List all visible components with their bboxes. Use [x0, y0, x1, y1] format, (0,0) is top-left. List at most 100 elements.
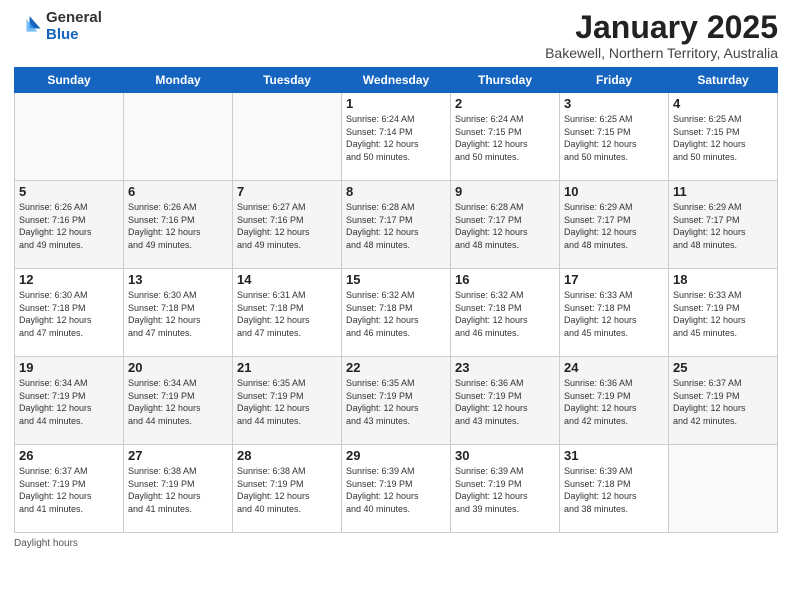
calendar-cell: 5 Sunrise: 6:26 AM Sunset: 7:16 PM Daylig… — [15, 181, 124, 269]
calendar-cell: 15 Sunrise: 6:32 AM Sunset: 7:18 PM Dayli… — [342, 269, 451, 357]
day-number: 18 — [673, 272, 773, 287]
day-number: 15 — [346, 272, 446, 287]
calendar-cell: 8 Sunrise: 6:28 AM Sunset: 7:17 PM Daylig… — [342, 181, 451, 269]
subtitle: Bakewell, Northern Territory, Australia — [545, 45, 778, 61]
day-number: 28 — [237, 448, 337, 463]
day-number: 6 — [128, 184, 228, 199]
day-info: Sunrise: 6:28 AM Sunset: 7:17 PM Dayligh… — [346, 201, 446, 251]
calendar-cell — [233, 93, 342, 181]
day-number: 2 — [455, 96, 555, 111]
col-header-wednesday: Wednesday — [342, 68, 451, 93]
day-info: Sunrise: 6:34 AM Sunset: 7:19 PM Dayligh… — [19, 377, 119, 427]
day-number: 23 — [455, 360, 555, 375]
col-header-saturday: Saturday — [669, 68, 778, 93]
calendar-cell: 20 Sunrise: 6:34 AM Sunset: 7:19 PM Dayli… — [124, 357, 233, 445]
calendar-cell: 27Sunrise: 6:38 AM Sunset: 7:19 PM Dayli… — [124, 445, 233, 533]
calendar-cell: 13Sunrise: 6:30 AM Sunset: 7:18 PM Dayli… — [124, 269, 233, 357]
calendar-cell: 31 Sunrise: 6:39 AM Sunset: 7:18 PM Dayli… — [560, 445, 669, 533]
calendar-header-row: SundayMondayTuesdayWednesdayThursdayFrid… — [15, 68, 778, 93]
day-info: Sunrise: 6:29 AM Sunset: 7:17 PM Dayligh… — [564, 201, 664, 251]
logo-general: General — [46, 10, 102, 27]
col-header-friday: Friday — [560, 68, 669, 93]
title-block: January 2025 Bakewell, Northern Territor… — [545, 10, 778, 61]
calendar-table: SundayMondayTuesdayWednesdayThursdayFrid… — [14, 67, 778, 533]
day-number: 11 — [673, 184, 773, 199]
calendar-cell: 25 Sunrise: 6:37 AM Sunset: 7:19 PM Dayli… — [669, 357, 778, 445]
day-info: Sunrise: 6:29 AM Sunset: 7:17 PM Dayligh… — [673, 201, 773, 251]
day-number: 7 — [237, 184, 337, 199]
header: General Blue January 2025 Bakewell, Nort… — [14, 10, 778, 61]
day-number: 27 — [128, 448, 228, 463]
day-info: Sunrise: 6:39 AM Sunset: 7:19 PM Dayligh… — [346, 465, 446, 515]
day-number: 21 — [237, 360, 337, 375]
day-number: 10 — [564, 184, 664, 199]
day-info: Sunrise: 6:31 AM Sunset: 7:18 PM Dayligh… — [237, 289, 337, 339]
footer: Daylight hours — [14, 538, 778, 549]
day-info: Sunrise: 6:36 AM Sunset: 7:19 PM Dayligh… — [564, 377, 664, 427]
calendar-cell: 12Sunrise: 6:30 AM Sunset: 7:18 PM Dayli… — [15, 269, 124, 357]
calendar-cell: 9 Sunrise: 6:28 AM Sunset: 7:17 PM Daylig… — [451, 181, 560, 269]
day-number: 24 — [564, 360, 664, 375]
day-number: 25 — [673, 360, 773, 375]
calendar-cell: 26Sunrise: 6:37 AM Sunset: 7:19 PM Dayli… — [15, 445, 124, 533]
day-info: Sunrise: 6:28 AM Sunset: 7:17 PM Dayligh… — [455, 201, 555, 251]
day-info: Sunrise: 6:25 AM Sunset: 7:15 PM Dayligh… — [673, 113, 773, 163]
calendar-cell: 23 Sunrise: 6:36 AM Sunset: 7:19 PM Dayli… — [451, 357, 560, 445]
col-header-tuesday: Tuesday — [233, 68, 342, 93]
day-info: Sunrise: 6:33 AM Sunset: 7:18 PM Dayligh… — [564, 289, 664, 339]
day-number: 19 — [19, 360, 119, 375]
calendar-cell: 18Sunrise: 6:33 AM Sunset: 7:19 PM Dayli… — [669, 269, 778, 357]
day-info: Sunrise: 6:27 AM Sunset: 7:16 PM Dayligh… — [237, 201, 337, 251]
calendar-cell: 17 Sunrise: 6:33 AM Sunset: 7:18 PM Dayli… — [560, 269, 669, 357]
month-title: January 2025 — [545, 10, 778, 45]
page: General Blue January 2025 Bakewell, Nort… — [0, 0, 792, 612]
day-info: Sunrise: 6:37 AM Sunset: 7:19 PM Dayligh… — [673, 377, 773, 427]
day-info: Sunrise: 6:34 AM Sunset: 7:19 PM Dayligh… — [128, 377, 228, 427]
calendar-week-4: 19 Sunrise: 6:34 AM Sunset: 7:19 PM Dayli… — [15, 357, 778, 445]
day-number: 29 — [346, 448, 446, 463]
day-info: Sunrise: 6:30 AM Sunset: 7:18 PM Dayligh… — [19, 289, 119, 339]
day-info: Sunrise: 6:38 AM Sunset: 7:19 PM Dayligh… — [237, 465, 337, 515]
day-number: 5 — [19, 184, 119, 199]
day-info: Sunrise: 6:39 AM Sunset: 7:19 PM Dayligh… — [455, 465, 555, 515]
day-number: 17 — [564, 272, 664, 287]
day-number: 31 — [564, 448, 664, 463]
calendar-cell: 28 Sunrise: 6:38 AM Sunset: 7:19 PM Dayli… — [233, 445, 342, 533]
calendar-cell: 1Sunrise: 6:24 AM Sunset: 7:14 PM Daylig… — [342, 93, 451, 181]
day-number: 16 — [455, 272, 555, 287]
day-info: Sunrise: 6:24 AM Sunset: 7:14 PM Dayligh… — [346, 113, 446, 163]
calendar-cell: 29 Sunrise: 6:39 AM Sunset: 7:19 PM Dayli… — [342, 445, 451, 533]
calendar-cell: 4Sunrise: 6:25 AM Sunset: 7:15 PM Daylig… — [669, 93, 778, 181]
day-number: 8 — [346, 184, 446, 199]
calendar-week-3: 12Sunrise: 6:30 AM Sunset: 7:18 PM Dayli… — [15, 269, 778, 357]
calendar-week-1: 1Sunrise: 6:24 AM Sunset: 7:14 PM Daylig… — [15, 93, 778, 181]
calendar-cell: 3Sunrise: 6:25 AM Sunset: 7:15 PM Daylig… — [560, 93, 669, 181]
day-info: Sunrise: 6:36 AM Sunset: 7:19 PM Dayligh… — [455, 377, 555, 427]
logo-icon — [14, 13, 42, 41]
day-number: 13 — [128, 272, 228, 287]
calendar-cell: 24 Sunrise: 6:36 AM Sunset: 7:19 PM Dayli… — [560, 357, 669, 445]
day-number: 20 — [128, 360, 228, 375]
day-number: 30 — [455, 448, 555, 463]
calendar-cell — [15, 93, 124, 181]
daylight-label: Daylight hours — [14, 538, 78, 549]
calendar-week-2: 5 Sunrise: 6:26 AM Sunset: 7:16 PM Daylig… — [15, 181, 778, 269]
calendar-cell: 30 Sunrise: 6:39 AM Sunset: 7:19 PM Dayli… — [451, 445, 560, 533]
calendar-cell: 2Sunrise: 6:24 AM Sunset: 7:15 PM Daylig… — [451, 93, 560, 181]
calendar-cell: 6Sunrise: 6:26 AM Sunset: 7:16 PM Daylig… — [124, 181, 233, 269]
calendar-cell: 10 Sunrise: 6:29 AM Sunset: 7:17 PM Dayli… — [560, 181, 669, 269]
day-number: 14 — [237, 272, 337, 287]
col-header-thursday: Thursday — [451, 68, 560, 93]
day-number: 26 — [19, 448, 119, 463]
calendar-cell — [669, 445, 778, 533]
calendar-week-5: 26Sunrise: 6:37 AM Sunset: 7:19 PM Dayli… — [15, 445, 778, 533]
day-info: Sunrise: 6:39 AM Sunset: 7:18 PM Dayligh… — [564, 465, 664, 515]
day-info: Sunrise: 6:26 AM Sunset: 7:16 PM Dayligh… — [19, 201, 119, 251]
day-number: 22 — [346, 360, 446, 375]
day-info: Sunrise: 6:32 AM Sunset: 7:18 PM Dayligh… — [346, 289, 446, 339]
day-number: 9 — [455, 184, 555, 199]
day-info: Sunrise: 6:35 AM Sunset: 7:19 PM Dayligh… — [346, 377, 446, 427]
calendar-cell: 14 Sunrise: 6:31 AM Sunset: 7:18 PM Dayli… — [233, 269, 342, 357]
calendar-cell: 19 Sunrise: 6:34 AM Sunset: 7:19 PM Dayli… — [15, 357, 124, 445]
calendar-cell: 11 Sunrise: 6:29 AM Sunset: 7:17 PM Dayli… — [669, 181, 778, 269]
